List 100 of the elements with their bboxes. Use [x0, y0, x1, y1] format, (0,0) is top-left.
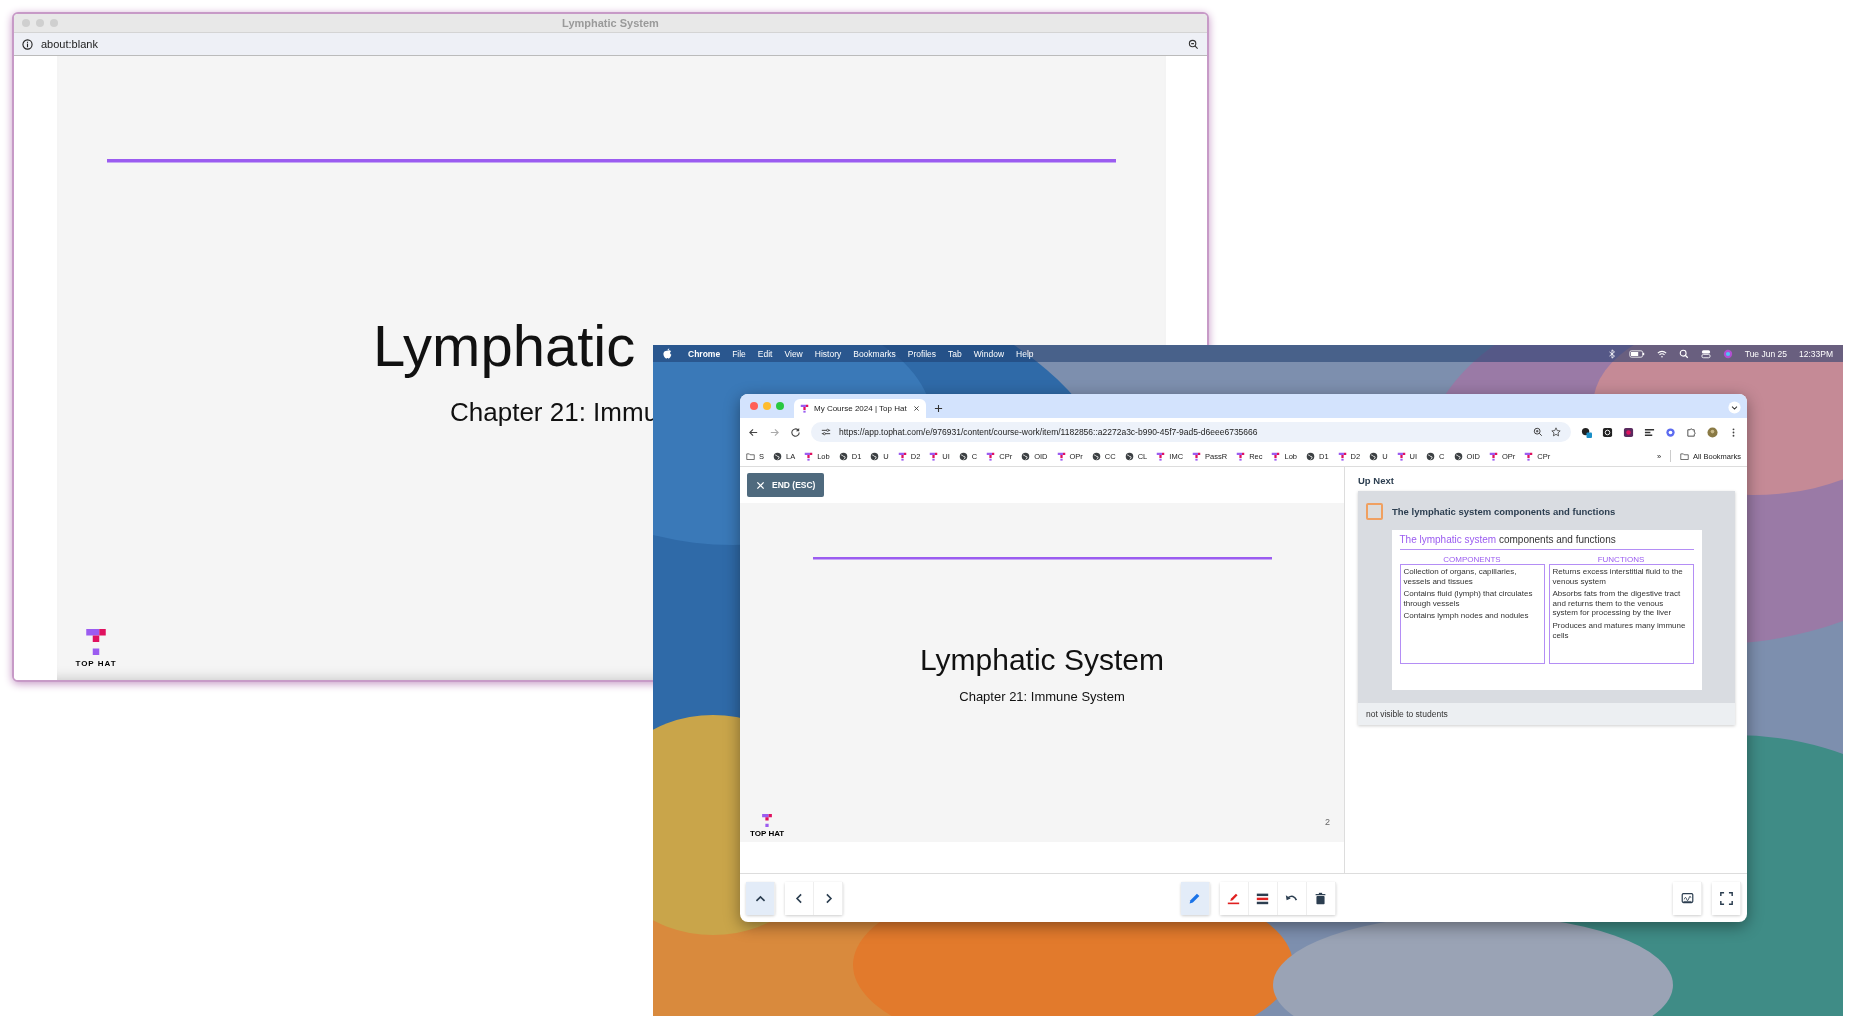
menu-item[interactable]: Bookmarks	[853, 348, 896, 359]
globe-icon	[870, 451, 880, 461]
bullet-text: Collection of organs, capillaries, vessels and tissues	[1403, 567, 1518, 587]
menu-item[interactable]: Help	[1016, 348, 1034, 359]
top-hat-icon	[1192, 451, 1202, 461]
control-center-icon[interactable]	[1700, 348, 1711, 359]
end-button[interactable]: END (ESC)	[747, 473, 825, 497]
slide-title: Lymphatic System	[920, 643, 1164, 677]
globe-icon	[1124, 451, 1134, 461]
siri-icon[interactable]	[1722, 348, 1733, 359]
top-hat-logo-icon	[762, 814, 773, 827]
menu-item[interactable]: Chrome	[688, 348, 721, 359]
back-icon[interactable]	[748, 426, 759, 438]
column-heading: COMPONENTS	[1443, 555, 1501, 564]
extension-icon[interactable]	[1623, 426, 1634, 438]
top-hat-icon	[1488, 451, 1498, 461]
extension-icon[interactable]	[1602, 426, 1613, 438]
top-hat-icon	[986, 451, 996, 461]
marker-icon	[1227, 891, 1240, 905]
puzzle-icon[interactable]	[1686, 426, 1697, 438]
top-hat-icon	[1156, 451, 1166, 461]
star-icon[interactable]	[1551, 427, 1561, 437]
battery-icon[interactable]	[1628, 348, 1645, 359]
fullscreen-icon	[1719, 891, 1733, 905]
globe-icon	[1021, 451, 1031, 461]
browser-tab[interactable]: My Course 2024 | Top Hat	[794, 399, 926, 418]
bullet-text: Produces and matures many immune cells	[1552, 620, 1687, 641]
extension-icon[interactable]	[1644, 426, 1655, 438]
window-title: Lymphatic System	[562, 17, 659, 29]
top-hat-icon	[1271, 451, 1281, 461]
top-hat-icon	[1337, 451, 1347, 461]
logo-text: TOP HAT	[75, 659, 117, 668]
top-hat-icon	[1236, 451, 1246, 461]
slide-title: Lymphatic	[373, 313, 636, 378]
up-next-card[interactable]	[1358, 491, 1735, 725]
folder-icon	[746, 451, 755, 461]
globe-icon	[1091, 451, 1101, 461]
globe-icon	[838, 451, 848, 461]
globe-icon	[1453, 451, 1463, 461]
whiteboard-icon	[1680, 891, 1694, 905]
menu-item[interactable]: View	[784, 348, 803, 359]
globe-icon	[958, 451, 968, 461]
menu-item[interactable]: Window	[973, 348, 1005, 359]
menu-item[interactable]: Edit	[757, 348, 773, 359]
close-icon[interactable]	[913, 405, 920, 412]
slide-icon	[1366, 503, 1383, 520]
tab-search-icon[interactable]	[1728, 401, 1741, 414]
apple-icon[interactable]	[663, 348, 672, 359]
tool-button[interactable]	[1673, 881, 1702, 915]
top-hat-icon	[929, 451, 939, 461]
menu-item[interactable]: File	[732, 348, 746, 359]
tool-button[interactable]	[1712, 881, 1741, 915]
globe-icon	[1369, 451, 1379, 461]
slide-subtitle: Chapter 21: Immune System	[959, 689, 1125, 704]
menu-item[interactable]: Profiles	[907, 348, 937, 359]
address-field[interactable]: https://app.tophat.com/e/976931/content/course-work/item/1182856::a2272a3c-b990-45f7-9ad5-d6eee6735666	[811, 422, 1571, 442]
globe-icon	[773, 451, 782, 461]
close-icon	[756, 480, 765, 490]
top-hat-icon	[804, 451, 814, 461]
logo-text: TOP HAT	[750, 829, 785, 838]
zoom-icon[interactable]	[1533, 427, 1543, 437]
bullet-text: Contains lymph nodes and nodules	[1403, 611, 1530, 621]
search-icon[interactable]	[1678, 348, 1689, 359]
top-hat-icon	[897, 451, 907, 461]
menu-item[interactable]: History	[814, 348, 842, 359]
visibility-note: not visible to students	[1358, 703, 1735, 725]
new-tab-icon[interactable]	[934, 404, 943, 413]
extension-icon[interactable]	[1581, 426, 1592, 438]
column-heading: FUNCTIONS	[1597, 555, 1645, 564]
site-settings-icon	[821, 427, 831, 437]
globe-icon	[1306, 451, 1315, 461]
top-hat-icon	[1396, 451, 1406, 461]
bullet-text: Contains fluid (lymph) that circulates through vessels	[1403, 589, 1534, 609]
pencil-icon	[1188, 891, 1201, 905]
line-weight-icon	[1256, 891, 1269, 905]
globe-icon	[1426, 451, 1436, 461]
tool-button[interactable]	[1248, 881, 1278, 915]
folder-icon	[1680, 451, 1690, 461]
top-hat-icon	[1056, 451, 1066, 461]
zoom-icon[interactable]	[1188, 38, 1199, 50]
menu-bar-time[interactable]: 12:33PM	[1798, 348, 1833, 359]
top-hat-icon	[800, 404, 809, 413]
bullet-text: Returns excess interstitial fluid to the venous system	[1552, 567, 1684, 587]
section-heading: Up Next	[1358, 475, 1395, 486]
address-field[interactable]: about:blank	[41, 38, 98, 50]
bullet-text: Absorbs fats from the digestive tract and returns them to the venous system for processing by the liver	[1552, 589, 1682, 618]
tool-button[interactable]	[1306, 881, 1336, 915]
info-icon	[22, 38, 33, 50]
menu-item[interactable]: Tab	[948, 348, 962, 359]
trash-icon	[1314, 891, 1327, 905]
page-number: 2	[1325, 817, 1330, 827]
avatar-icon[interactable]	[1707, 426, 1718, 438]
top-hat-icon	[1524, 451, 1534, 461]
reload-icon[interactable]	[790, 426, 801, 438]
thumbnail-title: The lymphatic system components and functions	[1399, 534, 1617, 545]
bluetooth-icon[interactable]	[1606, 348, 1617, 359]
item-title: The lymphatic system components and functions	[1392, 506, 1616, 517]
menu-bar-date[interactable]: Tue Jun 25	[1744, 348, 1787, 359]
top-hat-logo-icon	[86, 629, 106, 655]
wifi-icon[interactable]	[1656, 348, 1667, 359]
